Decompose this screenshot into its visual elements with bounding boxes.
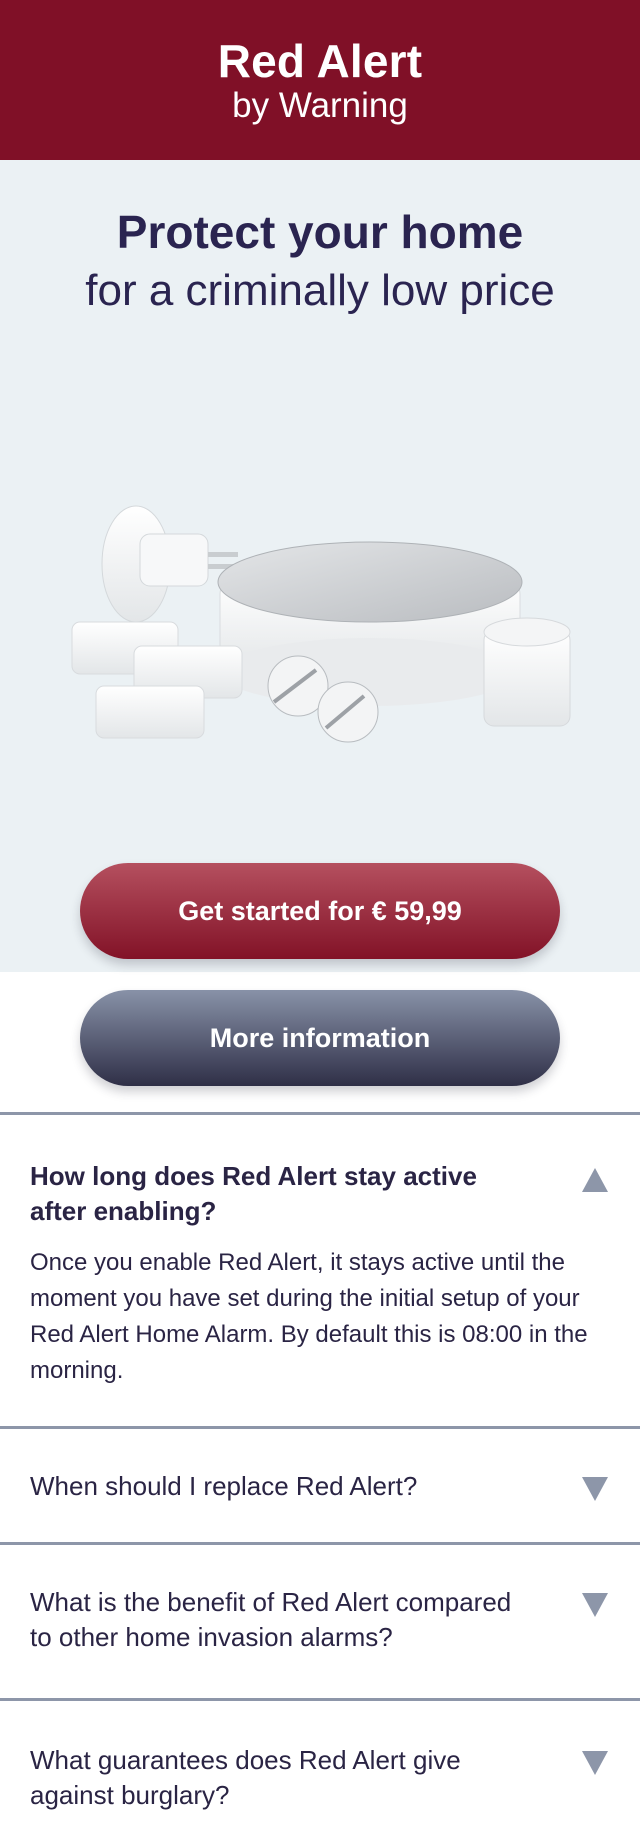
app-header: Red Alert by Warning xyxy=(0,0,640,160)
faq-question[interactable]: When should I replace Red Alert? xyxy=(30,1469,610,1504)
get-started-button[interactable]: Get started for € 59,99 xyxy=(80,863,560,959)
hero-section: Protect your home for a criminally low p… xyxy=(0,160,640,1086)
hero-title: Protect your home xyxy=(116,206,524,258)
faq-question[interactable]: How long does Red Alert stay active afte… xyxy=(30,1159,610,1229)
faq-section: Most asked questions How long does Red A… xyxy=(0,972,640,1824)
chevron-up-icon[interactable] xyxy=(582,1168,608,1192)
faq-item[interactable]: How long does Red Alert stay active afte… xyxy=(0,1112,640,1426)
brand-title: Red Alert xyxy=(217,35,423,87)
hero-subtitle: for a criminally low price xyxy=(85,266,555,315)
chevron-down-icon[interactable] xyxy=(582,1593,608,1617)
faq-answer: Once you enable Red Alert, it stays acti… xyxy=(30,1249,588,1384)
faq-item[interactable]: What is the benefit of Red Alert compare… xyxy=(0,1542,640,1698)
faq-question[interactable]: What is the benefit of Red Alert compare… xyxy=(30,1585,610,1655)
faq-item[interactable]: What guarantees does Red Alert give agai… xyxy=(0,1698,640,1824)
more-information-button[interactable]: More information xyxy=(80,990,560,1086)
product-image xyxy=(71,505,571,743)
brand-subtitle: by Warning xyxy=(232,86,408,125)
faq-item[interactable]: When should I replace Red Alert? xyxy=(0,1426,640,1542)
chevron-down-icon[interactable] xyxy=(582,1477,608,1501)
chevron-down-icon[interactable] xyxy=(582,1751,608,1775)
faq-question[interactable]: What guarantees does Red Alert give agai… xyxy=(30,1743,610,1813)
